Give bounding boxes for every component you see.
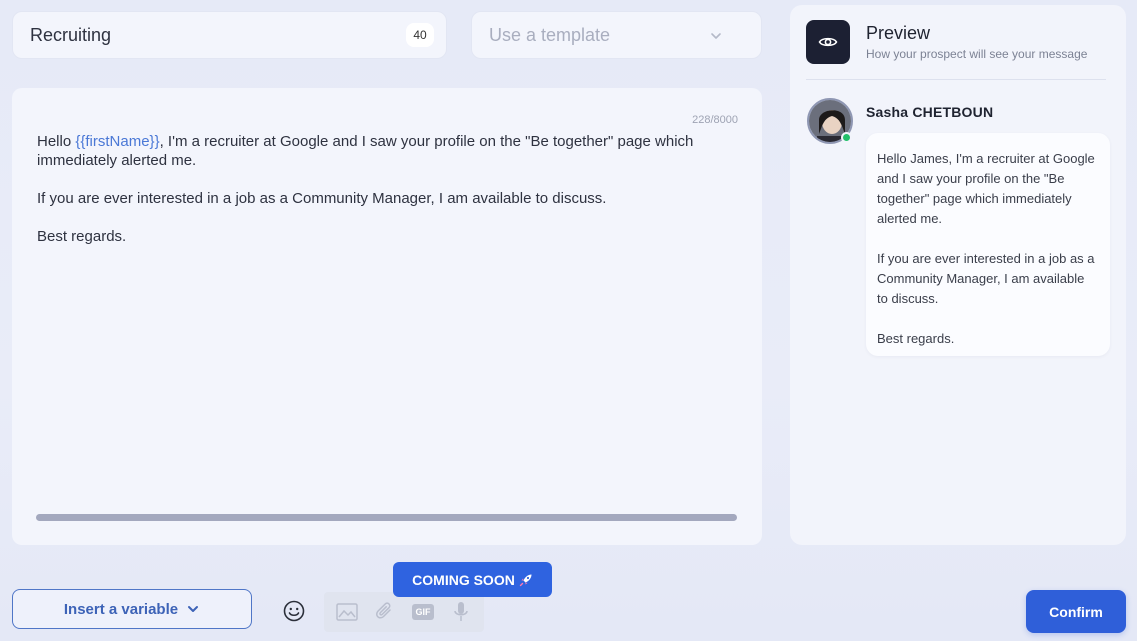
preview-panel: Preview How your prospect will see your … bbox=[790, 5, 1126, 545]
emoji-icon[interactable] bbox=[282, 599, 306, 623]
eye-icon bbox=[806, 20, 850, 64]
message-text-segment: Hello bbox=[37, 133, 76, 150]
coming-soon-badge: COMING SOON bbox=[393, 562, 552, 597]
microphone-icon bbox=[449, 600, 473, 624]
message-paragraph-1: Hello {{firstName}}, I'm a recruiter at … bbox=[37, 132, 727, 170]
confirm-button[interactable]: Confirm bbox=[1026, 590, 1126, 633]
image-icon bbox=[335, 600, 359, 624]
campaign-name-input[interactable]: Recruiting 40 bbox=[12, 11, 447, 59]
attachment-icon bbox=[373, 600, 397, 624]
online-status-dot bbox=[841, 132, 852, 143]
template-select-placeholder: Use a template bbox=[489, 24, 611, 45]
preview-paragraph-3: Best regards. bbox=[877, 331, 955, 346]
message-editor[interactable]: 228/8000 Hello {{firstName}}, I'm a recr… bbox=[12, 88, 762, 545]
insert-variable-button[interactable]: Insert a variable bbox=[12, 589, 252, 629]
preview-subtitle: How your prospect will see your message bbox=[866, 47, 1088, 61]
preview-title: Preview bbox=[866, 23, 931, 43]
chevron-down-icon bbox=[188, 606, 199, 612]
coming-soon-label: COMING SOON bbox=[412, 571, 515, 588]
gif-label: GIF bbox=[412, 604, 434, 620]
preview-paragraph-2: If you are ever interested in a job as a… bbox=[877, 251, 1095, 306]
sender-name: Sasha CHETBOUN bbox=[866, 104, 994, 120]
message-paragraph-2: If you are ever interested in a job as a… bbox=[37, 190, 607, 207]
gif-icon: GIF bbox=[411, 600, 435, 624]
rocket-icon bbox=[519, 574, 532, 586]
campaign-name-value[interactable]: Recruiting bbox=[30, 25, 406, 46]
message-preview-bubble: Hello James, I'm a recruiter at Google a… bbox=[866, 133, 1110, 356]
horizontal-scrollbar[interactable] bbox=[36, 514, 737, 521]
preview-divider bbox=[806, 79, 1106, 80]
preview-paragraph-1: Hello James, I'm a recruiter at Google a… bbox=[877, 151, 1095, 226]
character-counter: 228/8000 bbox=[692, 114, 738, 126]
message-paragraph-3: Best regards. bbox=[37, 228, 127, 245]
template-select[interactable]: Use a template bbox=[471, 11, 762, 59]
insert-variable-label: Insert a variable bbox=[63, 600, 179, 618]
message-text[interactable]: Hello {{firstName}}, I'm a recruiter at … bbox=[37, 132, 727, 265]
chevron-down-icon bbox=[711, 33, 721, 39]
media-tools-disabled: GIF bbox=[324, 592, 484, 632]
variable-token-firstname[interactable]: {{firstName}} bbox=[75, 133, 159, 150]
campaign-name-counter: 40 bbox=[406, 23, 434, 47]
